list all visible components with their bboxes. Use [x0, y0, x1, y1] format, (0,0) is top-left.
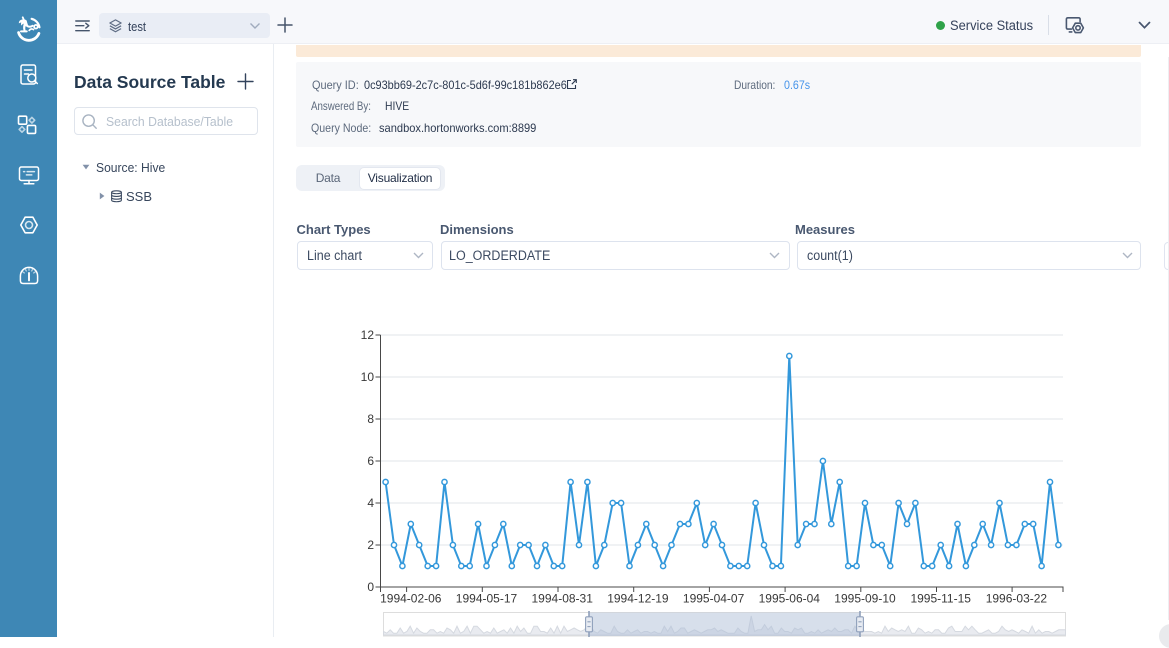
svg-text:1994-05-17: 1994-05-17 — [456, 592, 518, 606]
svg-text:1995-06-04: 1995-06-04 — [759, 592, 821, 606]
svg-text:1996-03-22: 1996-03-22 — [986, 592, 1048, 606]
svg-text:1994-12-19: 1994-12-19 — [607, 592, 669, 606]
svg-text:4: 4 — [367, 496, 374, 510]
svg-text:8: 8 — [367, 412, 374, 426]
svg-text:1995-09-10: 1995-09-10 — [834, 592, 896, 606]
svg-text:1995-04-07: 1995-04-07 — [683, 592, 745, 606]
svg-text:6: 6 — [367, 454, 374, 468]
svg-text:1995-11-15: 1995-11-15 — [910, 592, 971, 606]
svg-text:10: 10 — [361, 370, 375, 384]
svg-text:0: 0 — [367, 580, 374, 594]
svg-text:1994-02-06: 1994-02-06 — [380, 592, 442, 606]
svg-text:1994-08-31: 1994-08-31 — [532, 592, 594, 606]
svg-text:12: 12 — [361, 328, 375, 342]
svg-text:2: 2 — [367, 538, 374, 552]
